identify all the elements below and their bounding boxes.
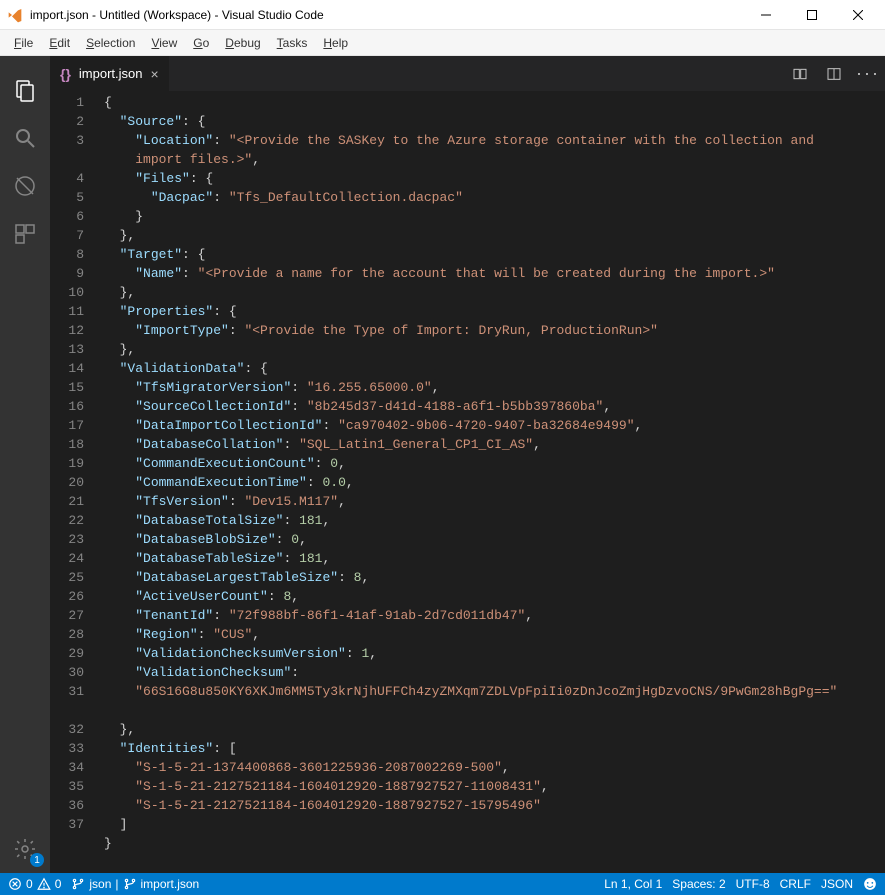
activitybar: 1: [0, 56, 50, 873]
tab-label: import.json: [79, 66, 143, 81]
settings-badge: 1: [30, 853, 44, 867]
titlebar: import.json - Untitled (Workspace) - Vis…: [0, 0, 885, 30]
menu-go[interactable]: Go: [185, 33, 217, 53]
menu-file[interactable]: File: [6, 33, 41, 53]
tab-import-json[interactable]: {} import.json ×: [50, 56, 170, 91]
status-spaces[interactable]: Spaces: 2: [672, 877, 725, 891]
json-icon: {}: [60, 66, 71, 82]
menu-tasks[interactable]: Tasks: [269, 33, 316, 53]
editor[interactable]: 1234567891011121314151617181920212223242…: [50, 91, 885, 873]
statusbar: 0 0 json | import.json Ln 1, Col 1 Space…: [0, 873, 885, 895]
activity-settings[interactable]: 1: [0, 825, 50, 873]
status-branch[interactable]: json | import.json: [71, 877, 199, 891]
menu-debug[interactable]: Debug: [217, 33, 268, 53]
status-feedback[interactable]: [863, 877, 877, 891]
status-cursor[interactable]: Ln 1, Col 1: [604, 877, 662, 891]
window-title: import.json - Untitled (Workspace) - Vis…: [30, 8, 743, 22]
line-number-gutter: 1234567891011121314151617181920212223242…: [50, 91, 100, 873]
menu-view[interactable]: View: [143, 33, 185, 53]
status-encoding[interactable]: UTF-8: [736, 877, 770, 891]
activity-extensions[interactable]: [0, 210, 50, 258]
activity-explorer[interactable]: [0, 66, 50, 114]
menu-help[interactable]: Help: [315, 33, 356, 53]
window-maximize-button[interactable]: [789, 0, 835, 30]
window-close-button[interactable]: [835, 0, 881, 30]
code-content[interactable]: { "Source": { "Location": "<Provide the …: [100, 91, 885, 873]
compare-changes-button[interactable]: [783, 56, 817, 91]
window-minimize-button[interactable]: [743, 0, 789, 30]
status-lang[interactable]: JSON: [821, 877, 853, 891]
more-actions-button[interactable]: ···: [851, 56, 885, 91]
menu-edit[interactable]: Edit: [41, 33, 78, 53]
menubar: File Edit Selection View Go Debug Tasks …: [0, 30, 885, 56]
status-eol[interactable]: CRLF: [780, 877, 811, 891]
split-editor-button[interactable]: [817, 56, 851, 91]
tab-bar: {} import.json × ···: [50, 56, 885, 91]
menu-selection[interactable]: Selection: [78, 33, 143, 53]
activity-debug[interactable]: [0, 162, 50, 210]
vscode-icon: [6, 7, 22, 23]
activity-search[interactable]: [0, 114, 50, 162]
status-errors[interactable]: 0 0: [8, 877, 61, 891]
tab-close-button[interactable]: ×: [150, 66, 158, 82]
